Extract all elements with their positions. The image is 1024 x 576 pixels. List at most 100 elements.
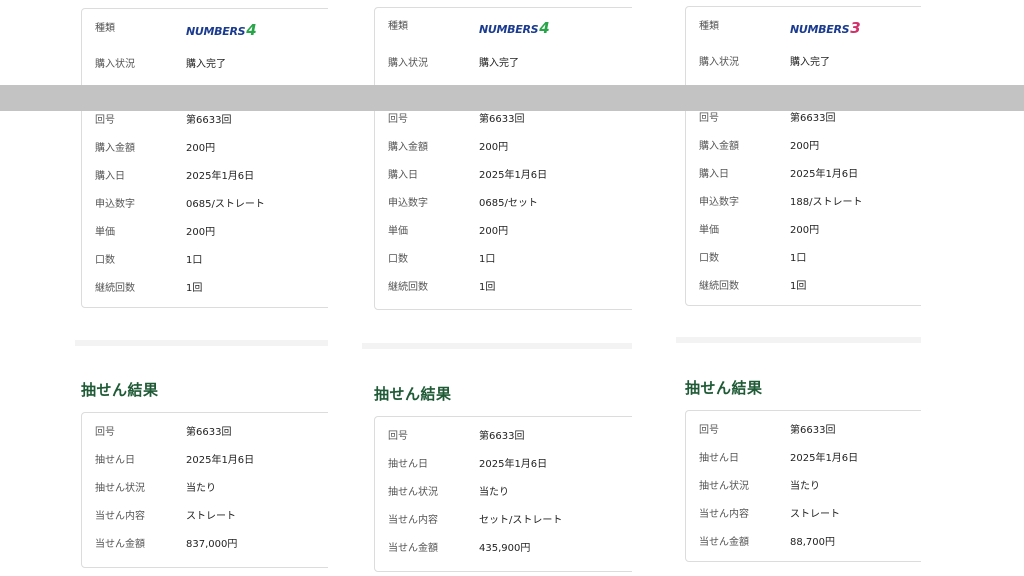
- info-row: 回号 第6633回: [375, 427, 632, 447]
- info-row: 単価 200円: [375, 222, 632, 242]
- info-value: 0685/ストレート: [186, 199, 265, 210]
- info-value: 2025年1月6日: [790, 453, 859, 464]
- info-value: 第6633回: [186, 115, 232, 126]
- info-label: 回号: [388, 114, 408, 125]
- info-value: 200円: [186, 227, 216, 238]
- info-value: 200円: [479, 226, 509, 237]
- info-row: 当せん金額 435,900円: [375, 539, 632, 559]
- info-label: 当せん内容: [699, 509, 749, 520]
- info-label: 当せん金額: [388, 543, 438, 554]
- info-value: 2025年1月6日: [479, 459, 548, 470]
- info-label: 当せん金額: [95, 539, 145, 550]
- type-row: 種類 NUMBERS4: [82, 19, 328, 39]
- info-row: 申込数字 0685/ストレート: [82, 195, 328, 215]
- section-divider: [75, 340, 328, 346]
- info-value: 当たり: [479, 487, 509, 498]
- purchase-card: 種類 NUMBERS4 購入状況 購入完了 回号 第6633回 購入金額 200円 購入…: [374, 7, 632, 310]
- info-label: 抽せん状況: [388, 487, 438, 498]
- status-label: 購入状況: [388, 58, 428, 69]
- info-row: 継続回数 1回: [82, 279, 328, 299]
- info-label: 当せん金額: [699, 537, 749, 548]
- info-row: 当せん内容 ストレート: [82, 507, 328, 527]
- info-value: 88,700円: [790, 537, 835, 548]
- info-value: ストレート: [790, 509, 840, 520]
- info-row: 口数 1口: [375, 250, 632, 270]
- status-value: 購入完了: [790, 57, 830, 68]
- info-label: 回号: [388, 431, 408, 442]
- section-divider: [676, 337, 921, 343]
- logo-number: 4: [246, 21, 257, 39]
- info-value: 200円: [790, 141, 820, 152]
- info-row: 口数 1口: [686, 249, 921, 269]
- info-row: 口数 1口: [82, 251, 328, 271]
- info-row: 継続回数 1回: [375, 278, 632, 298]
- info-row: 当せん金額 88,700円: [686, 533, 921, 553]
- info-label: 単価: [388, 226, 408, 237]
- info-label: 継続回数: [699, 281, 739, 292]
- info-label: 抽せん日: [95, 455, 135, 466]
- info-value: 1回: [479, 282, 496, 293]
- info-label: 回号: [95, 115, 115, 126]
- info-label: 抽せん状況: [699, 481, 749, 492]
- info-label: 申込数字: [388, 198, 428, 209]
- info-label: 抽せん状況: [95, 483, 145, 494]
- info-value: 第6633回: [790, 113, 836, 124]
- info-label: 口数: [388, 254, 408, 265]
- info-label: 回号: [95, 427, 115, 438]
- info-value: セット/ストレート: [479, 515, 563, 526]
- info-label: 継続回数: [388, 282, 428, 293]
- info-row: 単価 200円: [686, 221, 921, 241]
- info-value: 1回: [186, 283, 203, 294]
- info-label: 回号: [699, 113, 719, 124]
- info-row: 継続回数 1回: [686, 277, 921, 297]
- info-label: 購入金額: [95, 143, 135, 154]
- purchase-card: 種類 NUMBERS3 購入状況 購入完了 回号 第6633回 購入金額 200円 購入…: [685, 6, 921, 306]
- info-row: 抽せん状況 当たり: [686, 477, 921, 497]
- info-value: 第6633回: [186, 427, 232, 438]
- result-title: 抽せん結果: [81, 381, 159, 399]
- info-row: 抽せん日 2025年1月6日: [686, 449, 921, 469]
- info-label: 回号: [699, 425, 719, 436]
- info-value: 第6633回: [479, 431, 525, 442]
- info-value: 第6633回: [479, 114, 525, 125]
- result-card: 回号 第6633回 抽せん日 2025年1月6日 抽せん状況 当たり 当せん内容 ストレート当…: [81, 412, 328, 568]
- status-row: 購入状況 購入完了: [686, 53, 921, 73]
- status-value: 購入完了: [479, 58, 519, 69]
- info-value: 1口: [186, 255, 203, 266]
- info-value: ストレート: [186, 511, 236, 522]
- type-label: 種類: [699, 21, 719, 32]
- info-label: 単価: [699, 225, 719, 236]
- info-row: 抽せん日 2025年1月6日: [375, 455, 632, 475]
- result-card: 回号 第6633回抽せん日 2025年1月6日抽せん状況 当たり当せん内容 セット/スト…: [374, 416, 632, 572]
- info-row: 回号 第6633回: [82, 423, 328, 443]
- info-value: 2025年1月6日: [790, 169, 859, 180]
- type-row: 種類 NUMBERS4: [375, 17, 632, 37]
- info-label: 申込数字: [95, 199, 135, 210]
- info-label: 当せん内容: [95, 511, 145, 522]
- info-label: 抽せん日: [388, 459, 428, 470]
- info-label: 当せん内容: [388, 515, 438, 526]
- info-row: 回号 第6633回: [375, 110, 632, 130]
- info-label: 継続回数: [95, 283, 135, 294]
- type-row: 種類 NUMBERS3: [686, 17, 921, 37]
- info-row: 当せん内容 ストレート: [686, 505, 921, 525]
- info-label: 申込数字: [699, 197, 739, 208]
- info-row: 購入日 2025年1月6日: [686, 165, 921, 185]
- info-value: 1口: [479, 254, 496, 265]
- logo-number: 3: [850, 19, 861, 37]
- info-row: 申込数字 188/ストレート: [686, 193, 921, 213]
- info-value: 200円: [790, 225, 820, 236]
- info-value: 200円: [479, 142, 509, 153]
- info-label: 購入金額: [699, 141, 739, 152]
- info-label: 単価: [95, 227, 115, 238]
- info-row: 回号 第6633回: [686, 109, 921, 129]
- logo-text: NUMBERS: [186, 25, 246, 38]
- info-value: 当たり: [790, 481, 820, 492]
- info-label: 抽せん日: [699, 453, 739, 464]
- info-value: 1口: [790, 253, 807, 264]
- info-row: 申込数字 0685/セット: [375, 194, 632, 214]
- numbers-logo: NUMBERS3: [790, 19, 861, 37]
- info-row: 購入日 2025年1月6日: [82, 167, 328, 187]
- section-divider: [362, 343, 632, 349]
- type-label: 種類: [388, 21, 408, 32]
